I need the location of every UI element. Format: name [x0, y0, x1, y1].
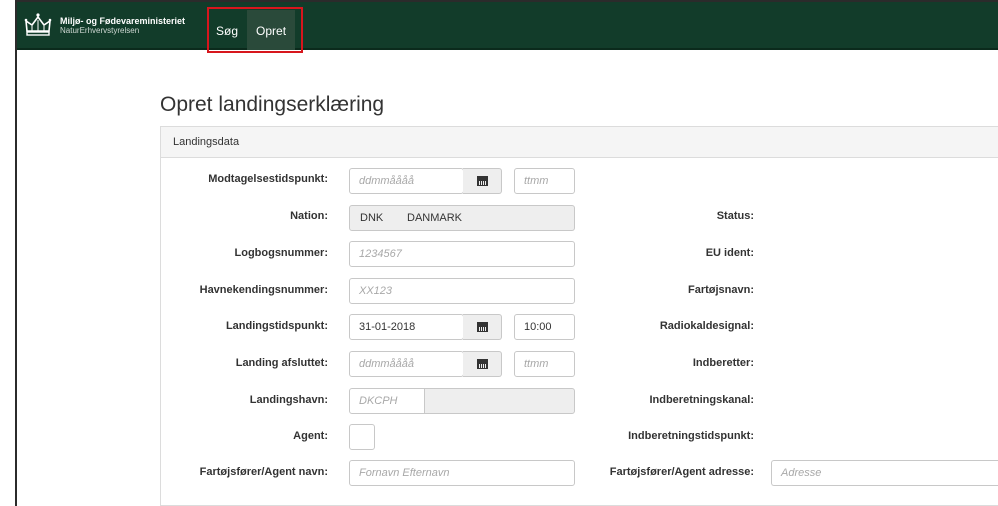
label-indberetter: Indberetter:: [692, 357, 754, 369]
label-havnekendingsnummer: Havnekendingsnummer:: [199, 284, 328, 296]
nation-code: DNK: [349, 205, 398, 231]
label-landingstidspunkt: Landingstidspunkt:: [225, 320, 328, 332]
label-radiokaldesignal: Radiokaldesignal:: [659, 320, 754, 332]
label-nation: Nation:: [290, 210, 328, 222]
agent-checkbox[interactable]: [349, 424, 375, 450]
afsluttet-time-input[interactable]: ttmm: [514, 351, 575, 377]
label-fartojsnavn: Fartøjsnavn:: [687, 284, 754, 296]
afsluttet-calendar-button[interactable]: [463, 351, 502, 377]
calendar-icon: [476, 322, 488, 332]
label-indberetningskanal: Indberetningskanal:: [649, 394, 754, 406]
brand[interactable]: Miljø- og Fødevareministeriet NaturErhve…: [23, 8, 185, 44]
label-modtagelsestidspunkt: Modtagelsestidspunkt:: [208, 173, 328, 185]
label-indberetningstidspunkt: Indberetningstidspunkt:: [628, 430, 754, 442]
label-forer-navn: Fartøjsfører/Agent navn:: [199, 466, 328, 478]
havnekendingsnummer-input[interactable]: XX123: [349, 278, 575, 304]
nav-highlight-box: [207, 7, 303, 53]
calendar-icon: [476, 359, 488, 369]
modtagelse-calendar-button[interactable]: [463, 168, 502, 194]
window-frame-left: [15, 0, 17, 506]
afsluttet-date-input[interactable]: ddmmåååå: [349, 351, 464, 377]
label-eu-ident: EU ident:: [705, 247, 754, 259]
nation-name: DANMARK: [397, 205, 575, 231]
label-status: Status:: [716, 210, 754, 222]
top-navbar: Miljø- og Fødevareministeriet NaturErhve…: [17, 2, 998, 50]
label-landingshavn: Landingshavn:: [249, 394, 328, 406]
landingstid-calendar-button[interactable]: [463, 314, 502, 340]
landingshavn-name: [424, 388, 575, 414]
label-landing-afsluttet: Landing afsluttet:: [235, 357, 328, 369]
landingstid-time-input[interactable]: 10:00: [514, 314, 575, 340]
modtagelse-date-input[interactable]: ddmmåååå: [349, 168, 464, 194]
landingshavn-input[interactable]: DKCPH: [349, 388, 425, 414]
logbogsnummer-input[interactable]: 1234567: [349, 241, 575, 267]
label-forer-adresse: Fartøjsfører/Agent adresse:: [609, 466, 754, 478]
modtagelse-time-input[interactable]: ttmm: [514, 168, 575, 194]
label-logbogsnummer: Logbogsnummer:: [234, 247, 329, 259]
forer-navn-input[interactable]: Fornavn Efternavn: [349, 460, 575, 486]
forer-adresse-input[interactable]: Adresse: [771, 460, 998, 486]
crown-logo-icon: [24, 13, 52, 36]
label-agent: Agent:: [293, 430, 328, 442]
page-title: Opret landingserklæring: [160, 93, 385, 116]
agency-name: NaturErhvervstyrelsen: [60, 25, 140, 35]
landingstid-date-input[interactable]: 31-01-2018: [349, 314, 464, 340]
calendar-icon: [476, 176, 488, 186]
panel-heading: Landingsdata: [161, 127, 998, 158]
